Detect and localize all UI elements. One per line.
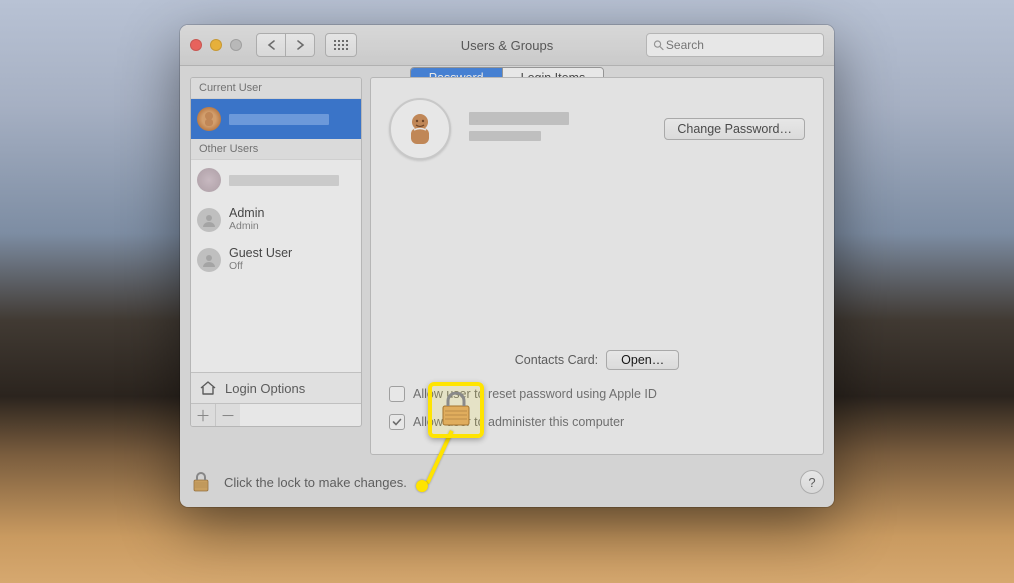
close-window-button[interactable] [190, 39, 202, 51]
lock-button[interactable] [190, 470, 212, 494]
login-options-label: Login Options [225, 381, 305, 396]
checkmark-icon [392, 417, 402, 427]
sidebar-item-guest[interactable]: Guest User Off [191, 240, 361, 280]
users-sidebar: Current User Other Users Admin Admin [190, 77, 362, 427]
annotation-highlight [428, 382, 484, 438]
remove-user-button[interactable]: － [216, 404, 240, 426]
allow-admin-checkbox[interactable] [389, 414, 405, 430]
redacted-name [229, 175, 339, 186]
user-status: Off [229, 261, 292, 273]
zoom-window-button[interactable] [230, 39, 242, 51]
gingerbread-icon [400, 109, 440, 149]
sidebar-bottom: Login Options ＋ － [191, 372, 361, 426]
users-groups-window: Users & Groups Password Login Items Curr… [180, 25, 834, 507]
add-user-button[interactable]: ＋ [191, 404, 216, 426]
contacts-card-label: Contacts Card: [515, 353, 598, 367]
gingerbread-icon [200, 110, 218, 128]
grid-icon [334, 40, 348, 50]
user-name: Admin [229, 207, 264, 221]
search-input[interactable] [664, 37, 817, 53]
sidebar-header-current: Current User [191, 78, 361, 99]
traffic-lights [190, 39, 242, 51]
contacts-card-row: Contacts Card: Open… [371, 350, 823, 370]
user-avatar[interactable] [389, 98, 451, 160]
change-password-button[interactable]: Change Password… [664, 118, 805, 140]
open-contacts-button[interactable]: Open… [606, 350, 679, 370]
avatar-icon [197, 168, 221, 192]
avatar-icon [197, 248, 221, 272]
back-button[interactable] [256, 33, 286, 57]
forward-button[interactable] [286, 33, 315, 57]
search-icon [653, 39, 664, 51]
lock-hint-text: Click the lock to make changes. [224, 475, 407, 490]
house-icon [199, 380, 217, 396]
user-role: Admin [229, 221, 264, 233]
sidebar-item-current-user[interactable] [191, 99, 361, 139]
window-footer: Click the lock to make changes. ? [190, 465, 824, 499]
lock-icon [440, 392, 472, 428]
help-button[interactable]: ? [800, 470, 824, 494]
user-name: Guest User [229, 247, 292, 261]
redacted-name [229, 114, 329, 125]
show-all-prefs-button[interactable] [325, 33, 357, 57]
silhouette-icon [201, 252, 217, 268]
nav-buttons [256, 33, 315, 57]
avatar-icon [197, 107, 221, 131]
user-full-name [469, 112, 569, 147]
lock-icon [191, 471, 211, 493]
sidebar-item-admin[interactable]: Admin Admin [191, 200, 361, 240]
user-header: Change Password… [389, 98, 805, 160]
search-field-wrap[interactable] [646, 33, 824, 57]
silhouette-icon [201, 212, 217, 228]
desktop-wallpaper: Users & Groups Password Login Items Curr… [0, 0, 1014, 583]
chevron-left-icon [267, 40, 276, 50]
annotation-endpoint [416, 480, 428, 492]
window-toolbar: Users & Groups [180, 25, 834, 66]
login-options-button[interactable]: Login Options [191, 373, 361, 404]
minimize-window-button[interactable] [210, 39, 222, 51]
sidebar-header-other: Other Users [191, 139, 361, 160]
allow-admin-row: Allow user to administer this computer [389, 414, 624, 430]
allow-reset-checkbox[interactable] [389, 386, 405, 402]
avatar-icon [197, 208, 221, 232]
add-remove-buttons: ＋ － [191, 404, 361, 426]
chevron-right-icon [296, 40, 305, 50]
sidebar-item-other-user-1[interactable] [191, 160, 361, 200]
